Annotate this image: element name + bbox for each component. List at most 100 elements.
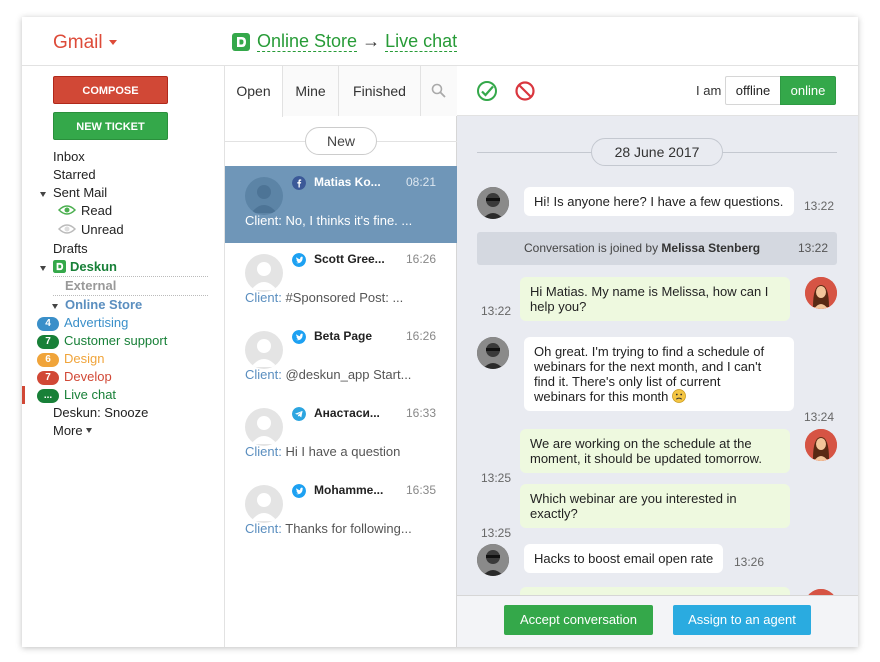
label-customer-support[interactable]: 7 Customer support <box>37 332 167 350</box>
label-name: Develop <box>64 369 112 384</box>
breadcrumb-livechat-link[interactable]: Live chat <box>385 31 458 52</box>
client-avatar <box>477 544 509 576</box>
offline-toggle[interactable]: offline <box>725 76 781 105</box>
conversation-item[interactable]: Matias Ko... 08:21 Client: No, I thinks … <box>225 166 457 243</box>
breadcrumb-store-link[interactable]: Online Store <box>257 31 358 52</box>
app-window: Gmail Online Store → Live chat COMPOSE N… <box>22 17 858 647</box>
nav-unread[interactable]: Unread <box>58 221 124 239</box>
label-live-chat[interactable]: ... Live chat <box>37 386 116 404</box>
nav-deskun[interactable]: Deskun <box>53 258 117 276</box>
conversation-preview: Client: #Sponsored Post: ... <box>245 290 445 305</box>
nav-inbox[interactable]: Inbox <box>53 148 85 166</box>
message-time: 13:22 <box>804 199 835 213</box>
left-navigation: COMPOSE NEW TICKET Inbox Starred Sent Ma… <box>22 66 225 647</box>
breadcrumb: Online Store → Live chat <box>232 31 458 52</box>
conversation-preview: Client: Hi I have a question <box>245 444 445 459</box>
gmail-menu[interactable]: Gmail <box>53 32 117 54</box>
nav-drafts[interactable]: Drafts <box>53 240 88 258</box>
label-count-badge: 7 <box>37 371 59 385</box>
client-message-text: Oh great. I'm trying to find a schedule … <box>534 344 765 404</box>
contact-name: Mohamme... <box>314 483 384 497</box>
conversation-item[interactable]: Анастаси... 16:33 Client: Hi I have a qu… <box>225 397 457 474</box>
agent-avatar <box>805 429 837 461</box>
system-message-text: Conversation is joined by Melissa Stenbe… <box>524 241 760 255</box>
nav-unread-label: Unread <box>81 222 124 237</box>
client-avatar <box>477 187 509 219</box>
client-label: Client: <box>245 444 282 459</box>
conversation-preview: Client: No, I thinks it's fine. ... <box>245 213 445 228</box>
chat-footer: Accept conversation Assign to an agent <box>457 595 858 647</box>
conversation-item[interactable]: Beta Page 16:26 Client: @deskun_app Star… <box>225 320 457 397</box>
expand-deskun-icon[interactable] <box>40 266 46 271</box>
chat-panel: I am offline online 28 June 2017 Hi! Is … <box>457 66 858 647</box>
contact-name: Scott Gree... <box>314 252 385 266</box>
client-avatar <box>477 337 509 369</box>
conversation-item[interactable]: Scott Gree... 16:26 Client: #Sponsored P… <box>225 243 457 320</box>
breadcrumb-arrow: → <box>362 31 381 51</box>
top-bar: Gmail Online Store → Live chat <box>22 17 858 66</box>
compose-button[interactable]: COMPOSE <box>53 76 168 104</box>
conversation-time: 16:33 <box>406 406 437 420</box>
facebook-icon <box>292 176 306 190</box>
system-message: Conversation is joined by Melissa Stenbe… <box>477 232 837 265</box>
block-icon[interactable] <box>514 80 536 102</box>
accept-conversation-button[interactable]: Accept conversation <box>504 605 653 635</box>
client-message: Oh great. I'm trying to find a schedule … <box>524 337 794 411</box>
tab-open[interactable]: Open <box>225 66 283 117</box>
conversation-time: 16:26 <box>406 329 437 343</box>
tab-mine[interactable]: Mine <box>283 66 339 116</box>
message-thread: 28 June 2017 Hi! Is anyone here? I have … <box>457 117 858 595</box>
telegram-icon <box>292 407 306 421</box>
avatar <box>245 177 283 215</box>
label-name: Customer support <box>64 333 168 348</box>
new-filter-pill[interactable]: New <box>305 127 377 155</box>
expand-sent-icon[interactable] <box>40 192 46 197</box>
conversation-time: 16:26 <box>406 252 437 266</box>
search-icon <box>431 83 446 98</box>
assign-agent-button[interactable]: Assign to an agent <box>673 605 811 635</box>
label-name: Design <box>64 351 105 366</box>
preview-text: No, I thinks it's fine. ... <box>285 213 413 228</box>
client-message: Hacks to boost email open rate <box>524 544 724 573</box>
label-advertising[interactable]: 4 Advertising <box>37 314 128 332</box>
agent-message-partial <box>520 587 790 595</box>
preview-text: Thanks for following... <box>285 521 412 536</box>
tab-finished[interactable]: Finished <box>339 66 421 116</box>
conversation-time: 16:35 <box>406 483 437 497</box>
caret-down-icon <box>85 428 92 433</box>
search-button[interactable] <box>421 66 457 116</box>
eye-gray-icon <box>58 224 76 234</box>
conversation-preview: Client: Thanks for following... <box>245 521 445 536</box>
agent-message: Hi Matias. My name is Melissa, how can I… <box>520 277 790 321</box>
preview-text: #Sponsored Post: ... <box>285 290 404 305</box>
new-ticket-button[interactable]: NEW TICKET <box>53 112 168 140</box>
online-toggle[interactable]: online <box>780 76 836 105</box>
contact-name: Matias Ko... <box>314 175 381 189</box>
resolve-check-icon[interactable] <box>476 80 498 102</box>
nav-read[interactable]: Read <box>58 202 112 220</box>
avatar <box>245 331 283 369</box>
expand-store-icon[interactable] <box>52 304 58 309</box>
label-design[interactable]: 6 Design <box>37 350 104 368</box>
label-count-badge: ... <box>37 389 59 403</box>
agent-name: Melissa Stenberg <box>661 241 761 255</box>
conversation-time: 08:21 <box>406 175 437 189</box>
nav-snooze[interactable]: Deskun: Snooze <box>53 404 148 422</box>
message-time: 13:25 <box>481 526 512 540</box>
eye-green-icon <box>58 205 76 215</box>
message-time: 13:22 <box>481 304 512 318</box>
conversation-item[interactable]: Mohamme... 16:35 Client: Thanks for foll… <box>225 474 457 551</box>
twitter-icon <box>292 253 306 267</box>
label-develop[interactable]: 7 Develop <box>37 368 112 386</box>
nav-online-store[interactable]: Online Store <box>65 296 142 314</box>
deskun-logo-icon <box>232 32 250 51</box>
label-count-badge: 7 <box>37 335 59 349</box>
nav-starred[interactable]: Starred <box>53 166 96 184</box>
client-label: Client: <box>245 367 282 382</box>
nav-more[interactable]: More <box>53 422 92 440</box>
nav-external[interactable]: External <box>65 277 116 295</box>
client-label: Client: <box>245 521 282 536</box>
active-item-marker <box>22 386 25 404</box>
nav-sent-mail[interactable]: Sent Mail <box>53 184 107 202</box>
message-time: 13:25 <box>481 471 512 485</box>
